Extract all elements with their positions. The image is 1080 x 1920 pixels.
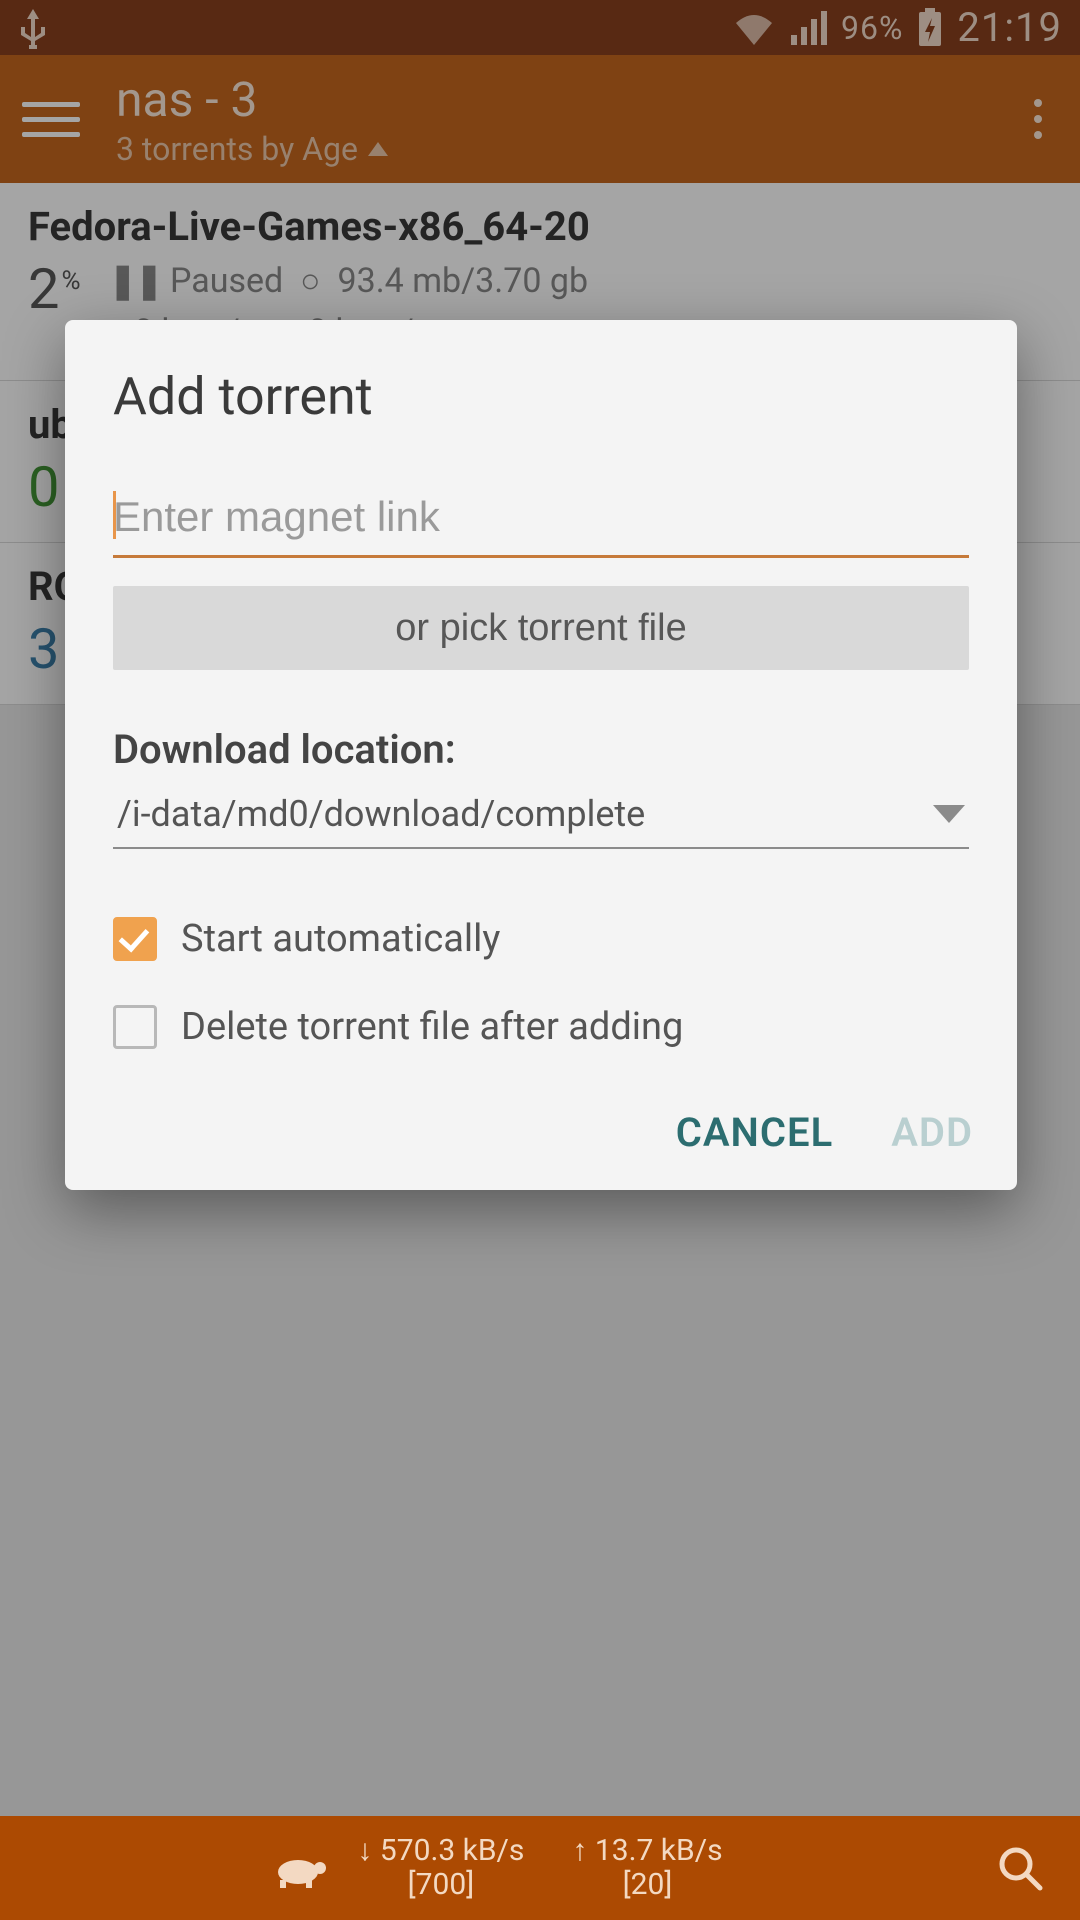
checkbox-unchecked-icon xyxy=(113,1005,157,1049)
turtle-mode-icon[interactable] xyxy=(270,1838,330,1898)
delete-after-add-option[interactable]: Delete torrent file after adding xyxy=(113,1005,969,1049)
dropdown-caret-icon xyxy=(933,805,965,823)
download-location-value: /i-data/md0/download/complete xyxy=(117,793,645,835)
cancel-button[interactable]: CANCEL xyxy=(676,1109,833,1156)
download-location-select[interactable]: /i-data/md0/download/complete xyxy=(113,787,969,849)
dialog-title: Add torrent xyxy=(113,366,969,427)
magnet-link-input[interactable] xyxy=(113,487,969,558)
global-upload-speed[interactable]: ↑ 13.7 kB/s [20] xyxy=(572,1834,722,1903)
option-label: Delete torrent file after adding xyxy=(181,1005,683,1049)
download-location-label: Download location: xyxy=(113,726,969,773)
bottom-status-bar: ↓ 570.3 kB/s [700] ↑ 13.7 kB/s [20] xyxy=(0,1816,1080,1920)
start-automatically-option[interactable]: Start automatically xyxy=(113,917,969,961)
checkbox-checked-icon xyxy=(113,917,157,961)
add-button[interactable]: ADD xyxy=(891,1109,973,1156)
search-icon[interactable] xyxy=(990,1838,1050,1898)
global-download-speed[interactable]: ↓ 570.3 kB/s [700] xyxy=(357,1834,524,1903)
pick-torrent-file-button[interactable]: or pick torrent file xyxy=(113,586,969,670)
add-torrent-dialog: Add torrent or pick torrent file Downloa… xyxy=(65,320,1017,1190)
option-label: Start automatically xyxy=(181,917,500,961)
